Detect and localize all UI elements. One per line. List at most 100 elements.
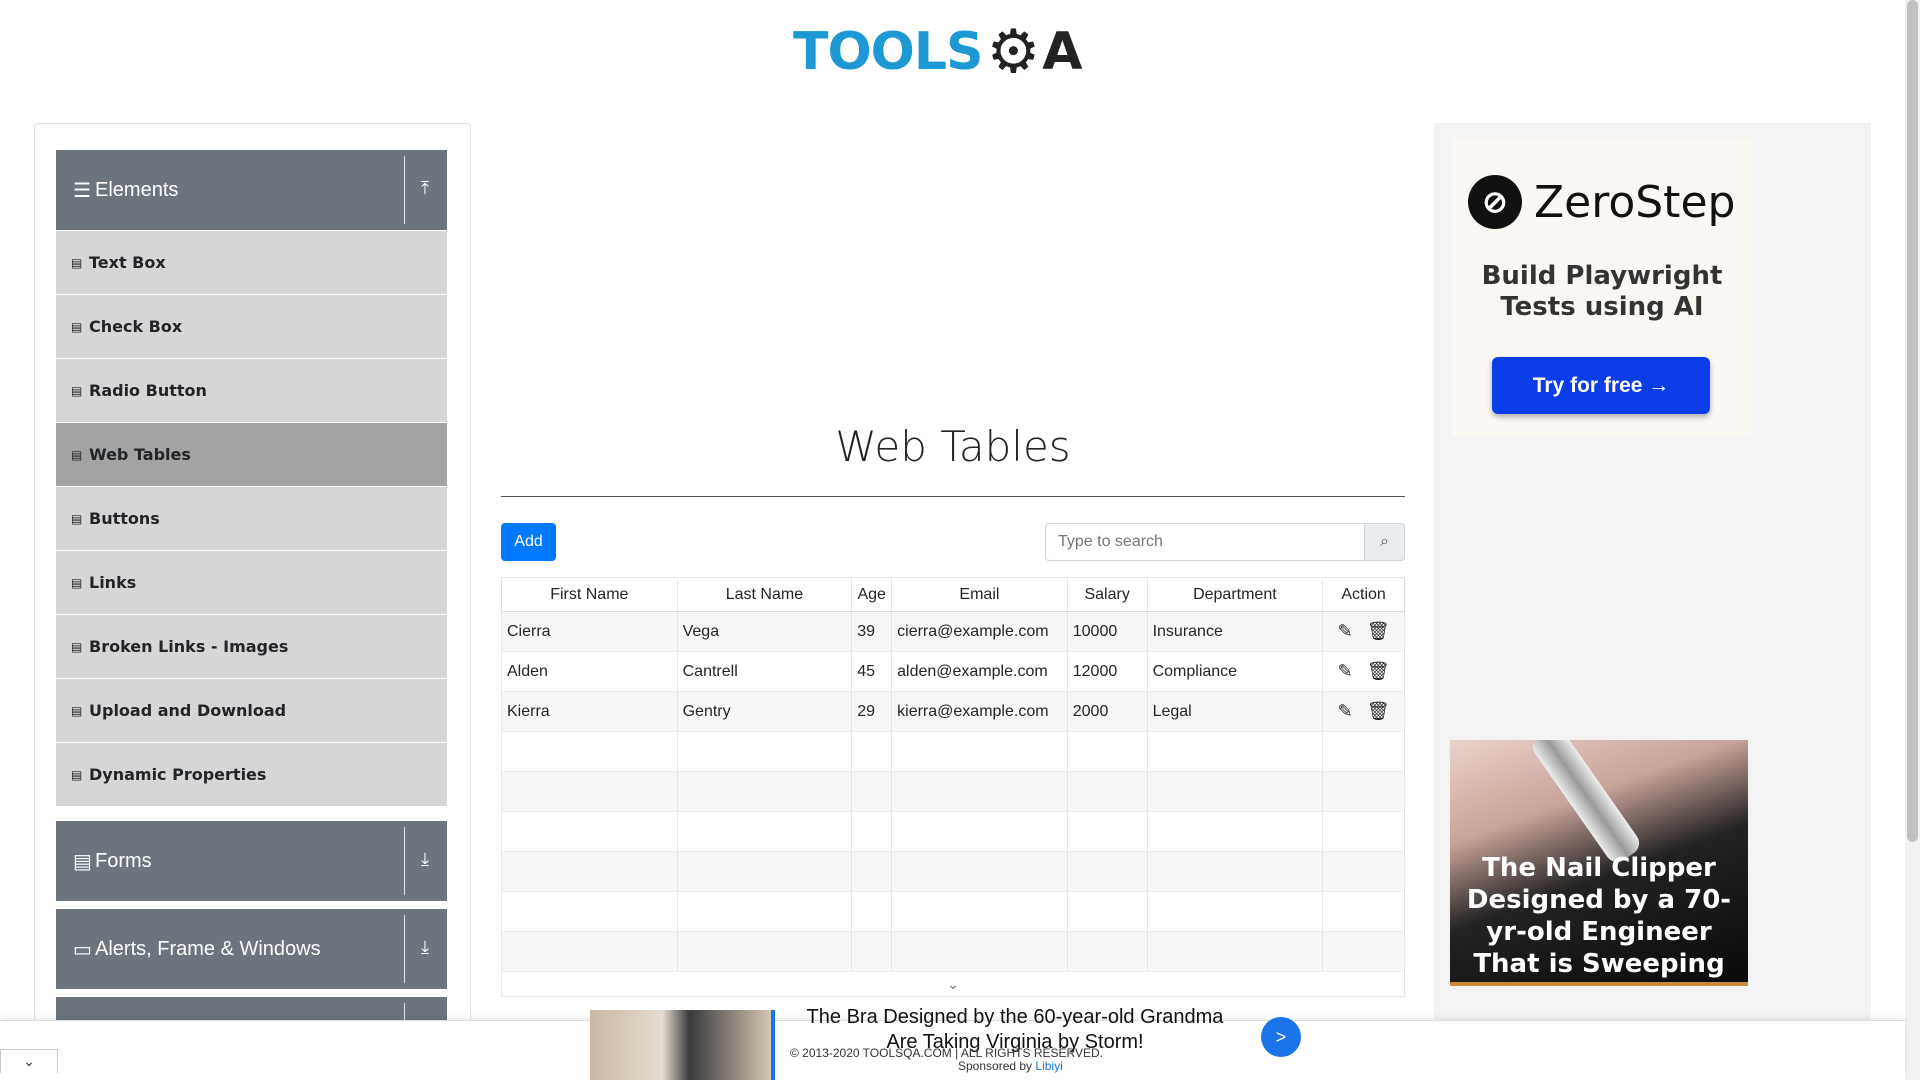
title-divider: [501, 496, 1405, 497]
collapse-up-icon[interactable]: ⤒: [421, 178, 429, 199]
page-scrollbar[interactable]: [1905, 0, 1920, 1080]
chevron-down-icon[interactable]: ⌄: [502, 972, 1404, 996]
list-icon: ▤: [71, 639, 83, 654]
empty-row: [502, 852, 1404, 892]
menu-item-web-tables[interactable]: ▤ Web Tables: [56, 423, 447, 487]
bra-ad-image[interactable]: [590, 1010, 775, 1080]
nail-ad-headline: The Nail Clipper Designed by a 70-yr-old…: [1466, 853, 1732, 982]
menu-item-upload-download[interactable]: ▤ Upload and Download: [56, 679, 447, 743]
cell-age: 45: [852, 652, 893, 691]
group-alerts-frame-windows[interactable]: ▭ Alerts, Frame & Windows ⤓: [56, 909, 447, 989]
add-record-button[interactable]: Add: [501, 523, 556, 561]
cell-action: ✎ 🗑: [1323, 652, 1404, 691]
zerostep-tagline: Build Playwright Tests using AI: [1481, 261, 1723, 322]
group-label: Forms: [95, 849, 152, 872]
group-label: Alerts, Frame & Windows: [95, 937, 321, 960]
menu-item-buttons[interactable]: ▤ Buttons: [56, 487, 447, 551]
menu-item-broken-links[interactable]: ▤ Broken Links - Images: [56, 615, 447, 679]
trash-icon[interactable]: 🗑: [1367, 661, 1390, 682]
list-icon: ▤: [71, 319, 83, 334]
cell-department: Compliance: [1148, 652, 1324, 691]
empty-row: [502, 812, 1404, 852]
nail-clipper-ad[interactable]: The Nail Clipper Designed by a 70-yr-old…: [1450, 740, 1748, 986]
trash-icon[interactable]: 🗑: [1367, 621, 1390, 642]
divider: [404, 827, 405, 895]
bottom-ad-banner: ⌄ The Bra Designed by the 60-year-old Gr…: [0, 1006, 1905, 1080]
cell-department: Legal: [1148, 692, 1324, 731]
scroll-thumb[interactable]: [1907, 0, 1918, 842]
column-header-salary[interactable]: Salary: [1068, 578, 1148, 611]
search-box: ⌕: [1045, 523, 1405, 561]
zerostep-ad[interactable]: ⊘ ZeroStep Build Playwright Tests using …: [1452, 137, 1752, 437]
edit-icon[interactable]: ✎: [1338, 661, 1353, 682]
elements-menu: ▤ Text Box ▤ Check Box ▤ Radio Button ▤ Web …: [56, 231, 447, 807]
group-forms[interactable]: ▤ Forms ⤓: [56, 821, 447, 901]
cell-salary: 12000: [1068, 652, 1148, 691]
expand-down-icon[interactable]: ⤓: [421, 937, 429, 958]
cell-last-name: Vega: [678, 612, 853, 651]
table-row: Cierra Vega 39 cierra@example.com 10000 …: [502, 612, 1404, 652]
cell-action: ✎ 🗑: [1323, 692, 1404, 731]
group-elements[interactable]: ☰ Elements ⤒: [56, 150, 447, 230]
site-header: TOOLS ⚙ A: [0, 0, 1920, 100]
menu-item-links[interactable]: ▤ Links: [56, 551, 447, 615]
edit-icon[interactable]: ✎: [1338, 701, 1353, 722]
column-header-department[interactable]: Department: [1148, 578, 1324, 611]
column-header-first-name[interactable]: First Name: [502, 578, 678, 611]
list-icon: ▤: [71, 447, 83, 462]
edit-icon[interactable]: ✎: [1338, 621, 1353, 642]
cell-last-name: Cantrell: [678, 652, 853, 691]
right-ad-column: ⊘ ZeroStep Build Playwright Tests using …: [1434, 123, 1871, 1023]
list-icon: ▤: [71, 255, 83, 270]
cell-salary: 2000: [1068, 692, 1148, 731]
group-label: Elements: [95, 178, 179, 201]
cell-email: alden@example.com: [892, 652, 1068, 691]
gear-icon: ⚙: [986, 18, 1041, 85]
page-title: Web Tables: [835, 422, 1071, 471]
zerostep-logo-icon: ⊘: [1468, 175, 1522, 229]
menu-item-radio-button[interactable]: ▤ Radio Button: [56, 359, 447, 423]
hamburger-icon: ☰: [73, 179, 91, 202]
column-header-email[interactable]: Email: [892, 578, 1068, 611]
table-header-row: First Name Last Name Age Email Salary De…: [502, 578, 1404, 612]
cell-salary: 10000: [1068, 612, 1148, 651]
menu-item-dynamic-properties[interactable]: ▤ Dynamic Properties: [56, 743, 447, 807]
list-icon: ▤: [71, 703, 83, 718]
form-icon: ▤: [73, 850, 92, 873]
ad-go-button[interactable]: >: [1261, 1017, 1301, 1057]
expand-down-icon[interactable]: ⤓: [421, 849, 429, 870]
cell-email: kierra@example.com: [892, 692, 1068, 731]
empty-row: [502, 932, 1404, 972]
cell-age: 29: [852, 692, 893, 731]
list-icon: ▤: [71, 383, 83, 398]
zerostep-brand: ⊘ ZeroStep: [1468, 175, 1735, 229]
try-for-free-button[interactable]: Try for free →: [1492, 357, 1710, 414]
cell-first-name: Alden: [502, 652, 678, 691]
nail-clipper-image: [1528, 740, 1644, 867]
web-table: First Name Last Name Age Email Salary De…: [501, 577, 1405, 997]
cell-first-name: Kierra: [502, 692, 678, 731]
list-icon: ▤: [71, 575, 83, 590]
search-input[interactable]: [1045, 523, 1365, 561]
list-icon: ▤: [71, 511, 83, 526]
cell-age: 39: [852, 612, 893, 651]
chevron-down-icon[interactable]: ⌄: [0, 1049, 58, 1073]
trash-icon[interactable]: 🗑: [1367, 701, 1390, 722]
empty-row: [502, 892, 1404, 932]
column-header-last-name[interactable]: Last Name: [678, 578, 853, 611]
sponsor-link[interactable]: Libiyi: [1035, 1059, 1062, 1073]
search-icon[interactable]: ⌕: [1365, 523, 1405, 561]
copyright-text: © 2013-2020 TOOLSQA.COM | ALL RIGHTS RES…: [790, 1046, 1103, 1060]
cell-last-name: Gentry: [678, 692, 853, 731]
column-header-action[interactable]: Action: [1323, 578, 1404, 611]
table-row: Kierra Gentry 29 kierra@example.com 2000…: [502, 692, 1404, 732]
empty-row: [502, 732, 1404, 772]
sponsored-by: Sponsored by Libiyi: [958, 1059, 1063, 1073]
column-header-age[interactable]: Age: [852, 578, 893, 611]
toolsqa-logo[interactable]: TOOLS ⚙ A: [793, 14, 1115, 90]
cell-email: cierra@example.com: [892, 612, 1068, 651]
window-icon: ▭: [73, 938, 92, 961]
menu-item-check-box[interactable]: ▤ Check Box: [56, 295, 447, 359]
menu-item-text-box[interactable]: ▤ Text Box: [56, 231, 447, 295]
empty-row: [502, 772, 1404, 812]
